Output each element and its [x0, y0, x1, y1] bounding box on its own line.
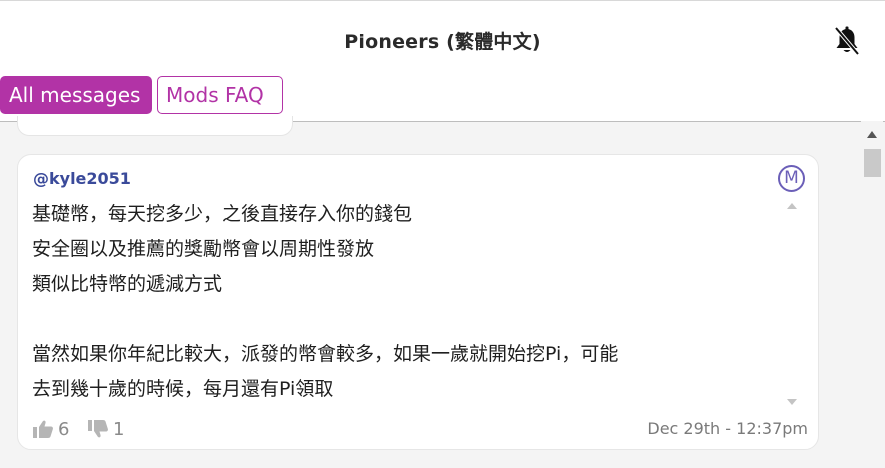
message-line: 類似比特幣的遞減方式	[32, 273, 223, 295]
message-line: 安全圈以及推薦的獎勵幣會以周期性發放	[32, 238, 375, 260]
message-timestamp: Dec 29th - 12:37pm	[647, 419, 808, 438]
page-scrollbar[interactable]	[861, 121, 883, 468]
message-footer: 6 1 Dec 29th - 12:37pm	[32, 417, 808, 441]
upvote-count: 6	[58, 418, 70, 440]
chat-app: Pioneers (繁體中文) All messages Mods FAQ @k…	[0, 0, 885, 468]
downvote-button[interactable]: 1	[87, 417, 124, 441]
bell-muted-icon[interactable]	[832, 25, 862, 57]
moderator-badge-icon: M	[778, 165, 805, 192]
message-line: 基礎幣，每天挖多少，之後直接存入你的錢包	[32, 203, 413, 225]
page-title: Pioneers (繁體中文)	[344, 31, 541, 53]
tab-all-messages[interactable]: All messages	[0, 76, 152, 114]
message-author[interactable]: @kyle2051	[33, 169, 131, 188]
message-body: 基礎幣，每天挖多少，之後直接存入你的錢包 安全圈以及推薦的獎勵幣會以周期性發放 …	[32, 197, 782, 407]
message-scrollbar[interactable]	[784, 199, 800, 409]
chat-header: Pioneers (繁體中文)	[0, 1, 885, 81]
message-line: 去到幾十歲的時候，每月還有Pi領取	[32, 378, 334, 400]
message-line: 當然如果你年紀比較大，派發的幣會較多，如果一歲就開始挖Pi，可能	[32, 343, 619, 365]
message-card: @kyle2051 M 基礎幣，每天挖多少，之後直接存入你的錢包 安全圈以及推薦…	[17, 154, 819, 450]
thumbs-up-icon	[33, 420, 53, 438]
upvote-button[interactable]: 6	[32, 417, 69, 441]
scroll-up-arrow-icon[interactable]	[867, 131, 877, 138]
message-list[interactable]: @kyle2051 M 基礎幣，每天挖多少，之後直接存入你的錢包 安全圈以及推薦…	[0, 116, 885, 468]
downvote-count: 1	[113, 418, 125, 440]
previous-message-card	[17, 116, 293, 136]
thumbs-down-icon	[88, 420, 108, 438]
scrollbar-thumb[interactable]	[864, 149, 881, 177]
message-line	[32, 302, 782, 337]
tab-mods-faq[interactable]: Mods FAQ	[157, 76, 283, 114]
scroll-down-arrow-icon[interactable]	[787, 399, 797, 405]
scroll-up-arrow-icon[interactable]	[787, 203, 797, 209]
